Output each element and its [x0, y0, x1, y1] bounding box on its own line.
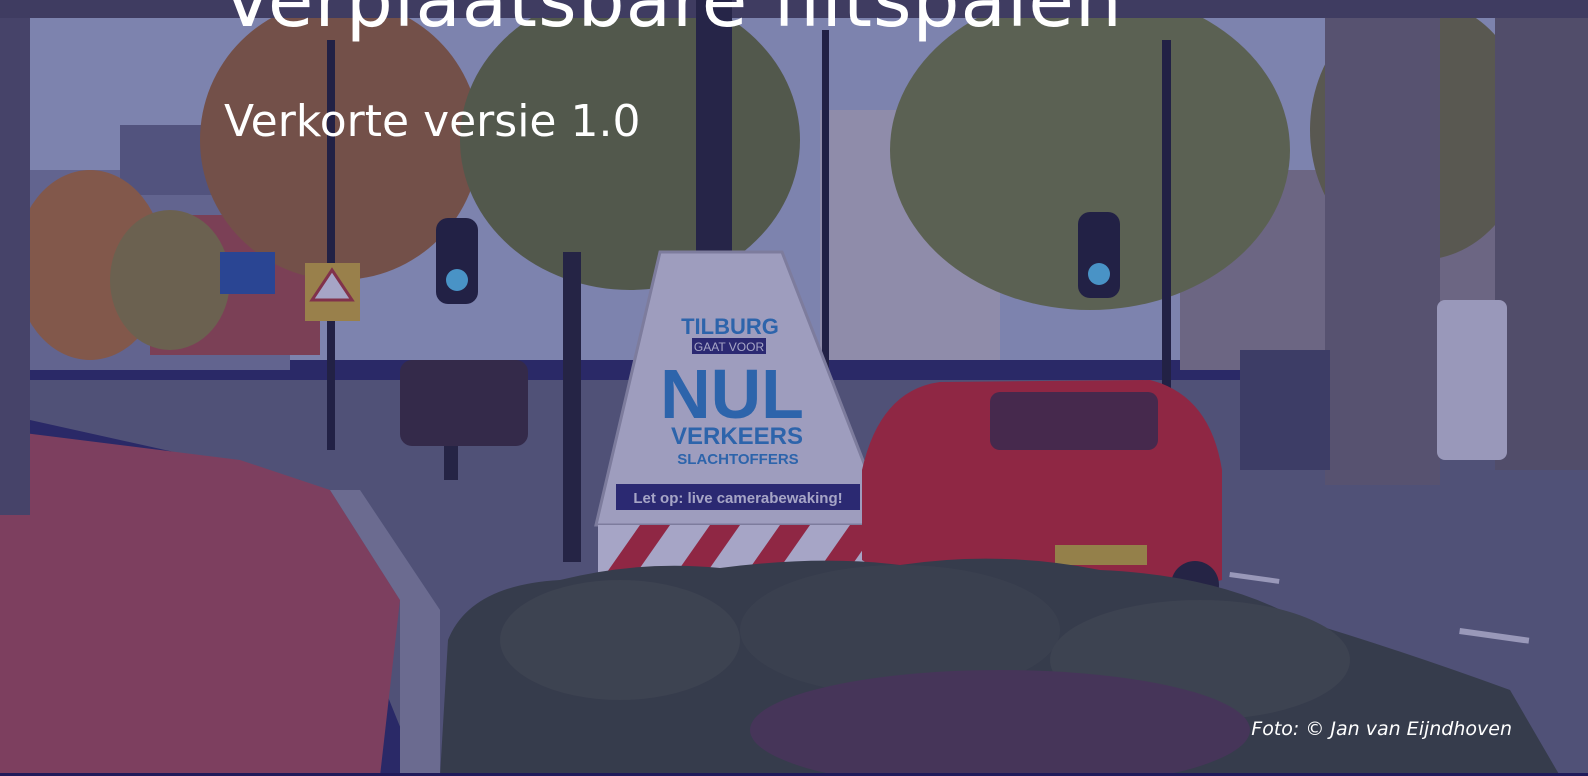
photo-credit: Foto: © Jan van Eijndhoven	[1251, 718, 1512, 740]
slide-title: Verplaatsbare flitspalen	[222, 0, 1123, 44]
slide-subtitle: Verkorte versie 1.0	[224, 96, 641, 147]
